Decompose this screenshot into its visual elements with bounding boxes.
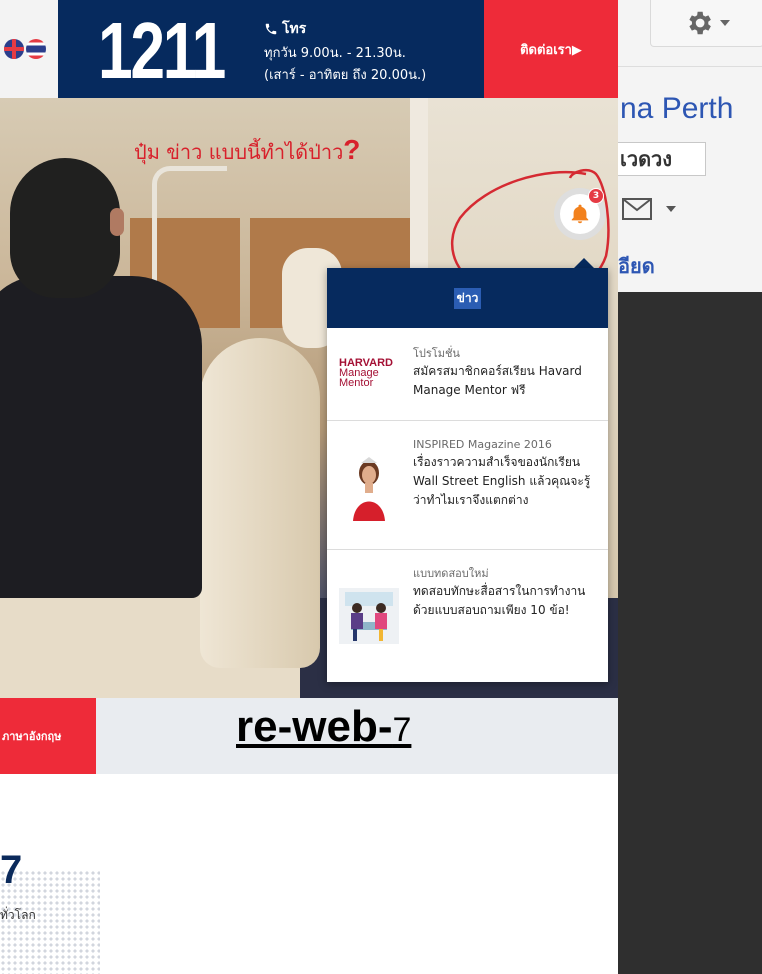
side-title: na Perth [620, 92, 734, 125]
call-heading: โทร [264, 18, 306, 40]
notification-header-title: ข่าว [453, 287, 482, 309]
bell-icon [571, 204, 589, 224]
stat-number: 7 [0, 848, 23, 892]
notification-count-badge: 3 [588, 188, 604, 204]
hours-weekday: ทุกวัน 9.00น. - 21.30น. [264, 46, 406, 61]
side-detail-link[interactable]: อียด [618, 250, 655, 282]
uk-flag-icon[interactable] [4, 39, 24, 59]
notification-title: ทดสอบทักษะสื่อสารในการทำงาน ด้วยแบบสอบถา… [413, 584, 586, 617]
settings-menu-button[interactable] [650, 0, 762, 47]
magazine-model-thumbnail [339, 451, 399, 521]
quiz-illustration-thumbnail [339, 588, 399, 644]
hours-weekend: (เสาร์ - อาทิตย ถึง 20.00น.) [264, 68, 427, 83]
stat-subtitle: ทั่วโลก [0, 908, 36, 922]
reweb-label: re-web-7 [236, 702, 412, 751]
side-subtitle-box: เวดวง [618, 142, 706, 176]
person-figure [0, 276, 202, 598]
notification-category: แบบทดสอบใหม่ [413, 567, 489, 580]
website-viewport: 1211 โทร ทุกวัน 9.00น. - 21.30น. (เสาร์ … [0, 0, 618, 974]
notification-title: สมัครสมาชิกคอร์สเรียน Havard Manage Ment… [413, 364, 582, 397]
top-contact-bar: 1211 โทร ทุกวัน 9.00น. - 21.30น. (เสาร์ … [58, 0, 484, 98]
harvard-manage-mentor-logo: HARVARD Manage Mentor [339, 357, 393, 389]
gear-icon [689, 11, 711, 35]
english-course-button[interactable]: ภาษาอังกฤษ [0, 698, 96, 774]
notification-item[interactable]: แบบทดสอบใหม่ ทดสอบทักษะสื่อสารในการทำงาน… [327, 550, 608, 680]
language-switcher [0, 0, 58, 98]
contact-us-button[interactable]: ติดต่อเรา▶ [484, 0, 618, 98]
notification-item[interactable]: HARVARD Manage Mentor โปรโมชั่น สมัครสมา… [327, 328, 608, 421]
hotline-number: 1211 [98, 6, 226, 95]
thai-flag-icon[interactable] [26, 39, 46, 59]
notification-dropdown: ข่าว HARVARD Manage Mentor โปรโมชั่น สมั… [327, 268, 608, 682]
notification-category: INSPIRED Magazine 2016 [413, 438, 552, 451]
mail-icon [622, 198, 652, 220]
chevron-down-icon [720, 20, 730, 26]
phone-icon [265, 23, 277, 35]
background-app-pane: na Perth เวดวง อียด [618, 0, 762, 974]
chevron-down-icon [666, 206, 676, 212]
notification-title: เรื่องราวความสำเร็จของนักเรียน Wall Stre… [413, 455, 591, 507]
course-strip: ภาษาอังกฤษ re-web-7 [0, 698, 618, 774]
call-label: โทร [282, 21, 307, 37]
notification-category: โปรโมชั่น [413, 347, 460, 360]
notification-item[interactable]: INSPIRED Magazine 2016 เรื่องราวความสำเร… [327, 421, 608, 550]
notification-header: ข่าว [327, 268, 608, 328]
notification-bell-button[interactable]: 3 [554, 188, 606, 240]
hero-caption: ปุ๋ม ข่าว แบบนี้ทำได้ป่าว? [134, 134, 361, 165]
mail-menu[interactable] [622, 198, 676, 220]
